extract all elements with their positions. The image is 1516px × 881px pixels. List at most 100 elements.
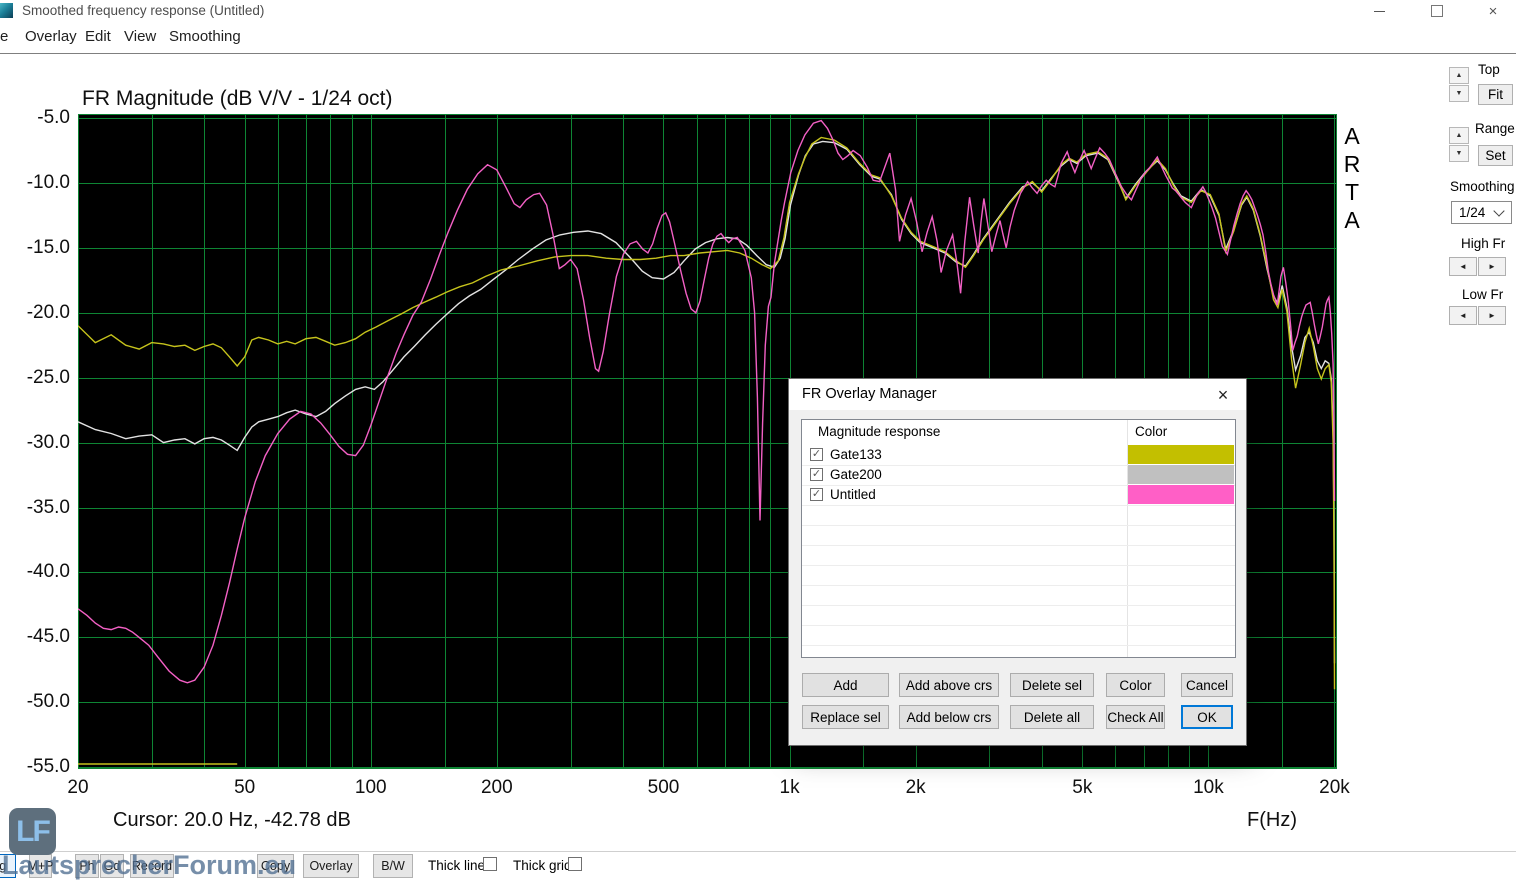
down-arrow-icon: ▼ [1456, 90, 1463, 97]
toolbar-button-overlay[interactable]: Overlay [303, 854, 359, 878]
y-tick-label: -50.0 [0, 691, 70, 713]
dialog-title: FR Overlay Manager [802, 386, 937, 402]
app-icon [0, 3, 13, 18]
color-swatch-untitled[interactable] [1128, 485, 1234, 504]
top-spinner[interactable]: ▲ ▼ [1449, 67, 1469, 103]
y-tick-label: -40.0 [0, 561, 70, 583]
menu-item-edit[interactable]: Edit [85, 28, 111, 45]
dialog-button-add[interactable]: Add [802, 673, 889, 697]
title-bar[interactable]: Smoothed frequency response (Untitled) × [0, 0, 1516, 22]
arta-watermark: ARTA [1340, 122, 1364, 234]
right-arrow-icon: ► [1488, 311, 1496, 320]
maximize-button[interactable] [1414, 0, 1460, 22]
low-fr-label: Low Fr [1462, 287, 1503, 302]
logo-text: LF [16, 815, 49, 849]
right-arrow-icon: ► [1488, 262, 1496, 271]
chart-title: FR Magnitude (dB V/V - 1/24 oct) [82, 87, 392, 111]
menu-item-overlay[interactable]: Overlay [25, 28, 77, 45]
top-label: Top [1478, 62, 1500, 77]
overlay-list-header: Magnitude response Color [802, 420, 1235, 445]
overlay-row-empty [802, 525, 1235, 546]
checkbox-thick-grid[interactable] [568, 857, 582, 871]
lautsprecherforum-logo: LF [9, 808, 56, 855]
low-fr-left-button[interactable]: ◄ [1449, 306, 1477, 325]
toolbar-button-gd[interactable]: Gd [100, 854, 124, 878]
maximize-icon [1431, 5, 1443, 17]
range-spinner[interactable]: ▲ ▼ [1449, 127, 1469, 163]
menu-bar: e Overlay Edit View Smoothing [0, 22, 1516, 54]
overlay-label: Untitled [830, 487, 876, 502]
up-arrow-icon: ▲ [1456, 132, 1463, 139]
range-spin-down-button[interactable]: ▼ [1449, 145, 1469, 162]
range-spin-up-button[interactable]: ▲ [1449, 127, 1469, 144]
cursor-readout: Cursor: 20.0 Hz, -42.78 dB [113, 809, 351, 832]
checkbox-gate200[interactable]: ✓ [810, 468, 823, 481]
checkbox-label-thick-grid: Thick grid [513, 858, 572, 873]
checkbox-untitled[interactable]: ✓ [810, 488, 823, 501]
up-arrow-icon: ▲ [1456, 72, 1463, 79]
toolbar-button-copy[interactable]: Copy [257, 854, 294, 878]
smoothing-label: Smoothing [1450, 179, 1515, 194]
toolbar-button-record[interactable]: Record [130, 854, 174, 878]
dialog-title-bar[interactable]: FR Overlay Manager × [789, 379, 1246, 410]
chevron-down-icon [1493, 205, 1504, 216]
minimize-button[interactable] [1356, 0, 1402, 22]
y-tick-label: -5.0 [0, 107, 70, 129]
x-tick-label: 20k [1289, 777, 1379, 799]
y-tick-label: -45.0 [0, 626, 70, 648]
x-tick-label: 200 [452, 777, 542, 799]
x-tick-label: 50 [200, 777, 290, 799]
dialog-button-add-above-crs[interactable]: Add above crs [899, 673, 999, 697]
smoothing-select[interactable]: 1/24 [1451, 201, 1512, 224]
arta-letter: T [1340, 178, 1364, 206]
dialog-close-button[interactable]: × [1210, 383, 1236, 407]
dialog-button-delete-all[interactable]: Delete all [1010, 705, 1094, 729]
overlay-row-untitled[interactable]: ✓ Untitled [802, 485, 1235, 506]
high-fr-arrows: ◄ ► [1449, 257, 1506, 276]
y-tick-label: -15.0 [0, 237, 70, 259]
x-tick-label: 500 [618, 777, 708, 799]
checkbox-thick-line[interactable] [483, 857, 497, 871]
toolbar-button-b-w[interactable]: B/W [373, 854, 413, 878]
dialog-button-color[interactable]: Color [1106, 673, 1165, 697]
overlay-row-empty [802, 625, 1235, 646]
close-icon: × [1218, 385, 1229, 406]
dialog-button-delete-sel[interactable]: Delete sel [1010, 673, 1094, 697]
top-spin-down-button[interactable]: ▼ [1449, 85, 1469, 102]
dialog-button-check-all[interactable]: Check All [1106, 705, 1165, 729]
y-tick-label: -10.0 [0, 172, 70, 194]
low-fr-arrows: ◄ ► [1449, 306, 1506, 325]
fit-button[interactable]: Fit [1478, 84, 1513, 105]
toolbar-button-m-p[interactable]: M+P [29, 854, 52, 878]
left-arrow-icon: ◄ [1459, 311, 1467, 320]
color-swatch-gate200[interactable] [1128, 465, 1234, 484]
set-button[interactable]: Set [1478, 145, 1513, 166]
checkbox-gate133[interactable]: ✓ [810, 448, 823, 461]
y-tick-label: -55.0 [0, 756, 70, 778]
menu-item-smoothing[interactable]: Smoothing [169, 28, 241, 45]
color-swatch-gate133[interactable] [1128, 445, 1234, 464]
top-spin-up-button[interactable]: ▲ [1449, 67, 1469, 84]
dialog-button-cancel[interactable]: Cancel [1181, 673, 1233, 697]
close-button[interactable]: × [1470, 0, 1516, 22]
overlay-list[interactable]: Magnitude response Color ✓Gate133✓Gate20… [801, 419, 1236, 658]
menu-item-file[interactable]: e [0, 28, 8, 45]
overlay-row-gate133[interactable]: ✓Gate133 [802, 445, 1235, 466]
overlay-row-empty [802, 585, 1235, 606]
dialog-button-add-below-crs[interactable]: Add below crs [899, 705, 999, 729]
window-title: Smoothed frequency response (Untitled) [22, 3, 264, 18]
overlay-row-gate200[interactable]: ✓ Gate200 [802, 465, 1235, 486]
arta-letter: A [1340, 122, 1364, 150]
high-fr-right-button[interactable]: ► [1478, 257, 1506, 276]
toolbar-button-ph[interactable]: Ph [75, 854, 99, 878]
high-fr-left-button[interactable]: ◄ [1449, 257, 1477, 276]
dialog-button-replace-sel[interactable]: Replace sel [802, 705, 889, 729]
menu-item-view[interactable]: View [124, 28, 156, 45]
close-icon: × [1489, 4, 1498, 19]
toolbar-button-mag[interactable]: Mag [0, 854, 16, 878]
dialog-button-ok[interactable]: OK [1181, 705, 1233, 729]
low-fr-right-button[interactable]: ► [1478, 306, 1506, 325]
overlay-label: Gate200 [830, 467, 882, 482]
overlay-row-empty [802, 505, 1235, 526]
x-tick-label: 20 [33, 777, 123, 799]
